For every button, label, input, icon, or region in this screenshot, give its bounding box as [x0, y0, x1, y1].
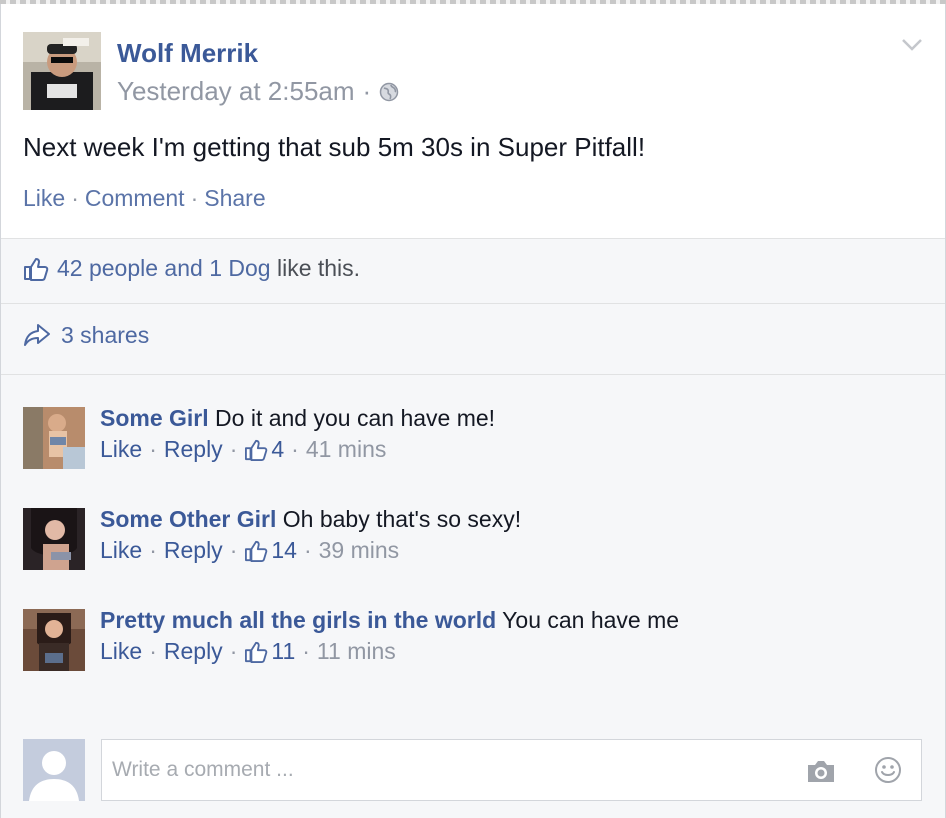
like-link[interactable]: Like [23, 185, 65, 211]
post-timestamp[interactable]: Yesterday at 2:55am [117, 76, 355, 107]
author-name[interactable]: Wolf Merrik [117, 38, 258, 69]
actions-separator: · [71, 185, 79, 211]
meta-separator: · [362, 76, 372, 106]
post-meta: Yesterday at 2:55am · [117, 76, 399, 107]
comment-item: Some Other Girl Oh baby that's so sexy! … [23, 506, 923, 570]
comment-actions: Like · Reply · 11 · 11 mins [100, 638, 396, 665]
post-card: Wolf Merrik Yesterday at 2:55am · Next w… [0, 4, 946, 818]
thumbs-up-icon [245, 439, 268, 461]
post-actions: Like · Comment · Share [23, 185, 266, 212]
comment-reply-link[interactable]: Reply [164, 638, 223, 665]
comment-time[interactable]: 39 mins [319, 537, 400, 564]
comment-input[interactable] [112, 754, 792, 786]
comment-like-link[interactable]: Like [100, 638, 142, 665]
comment-box [101, 739, 922, 801]
comment-reply-link[interactable]: Reply [164, 436, 223, 463]
shares-summary: 3 shares [1, 304, 945, 375]
comment-text: Do it and you can have me! [215, 405, 496, 431]
thumbs-up-icon [245, 641, 268, 663]
comment-actions: Like · Reply · 14 · 39 mins [100, 537, 400, 564]
likers-link[interactable]: 42 people and 1 Dog [57, 255, 271, 282]
comment-actions: Like · Reply · 4 · 41 mins [100, 436, 387, 463]
smiley-icon[interactable] [874, 756, 902, 784]
commenter-avatar[interactable] [23, 407, 85, 469]
comment-like-count[interactable]: 4 [271, 436, 284, 463]
author-avatar[interactable] [23, 32, 101, 110]
comment-time[interactable]: 41 mins [306, 436, 387, 463]
share-arrow-icon [24, 323, 50, 346]
comment-like-link[interactable]: Like [100, 537, 142, 564]
comment-reply-link[interactable]: Reply [164, 537, 223, 564]
shares-link[interactable]: 3 shares [61, 322, 149, 349]
comment-item: Pretty much all the girls in the world Y… [23, 607, 923, 671]
commenter-avatar[interactable] [23, 508, 85, 570]
default-avatar [23, 739, 85, 801]
likes-summary: 42 people and 1 Dog like this. [1, 239, 945, 304]
comment-text: You can have me [502, 607, 680, 633]
actions-separator: · [190, 185, 199, 211]
chevron-down-icon[interactable] [901, 38, 923, 52]
commenter-name[interactable]: Some Other Girl [100, 506, 276, 532]
commenter-name[interactable]: Some Girl [100, 405, 209, 431]
comment-text: Oh baby that's so sexy! [282, 506, 522, 532]
comment-like-count[interactable]: 11 [271, 638, 295, 665]
thumbs-up-icon [245, 540, 268, 562]
comment-time[interactable]: 11 mins [317, 638, 396, 665]
camera-icon[interactable] [806, 758, 836, 784]
comment-composer [23, 739, 923, 801]
commenter-name[interactable]: Pretty much all the girls in the world [100, 607, 496, 633]
post-text: Next week I'm getting that sub 5m 30s in… [23, 132, 646, 162]
likes-suffix: like this. [270, 255, 361, 281]
thumbs-up-icon [24, 257, 49, 281]
comment-like-count[interactable]: 14 [271, 537, 297, 564]
feedback-area: 42 people and 1 Dog like this. 3 shares [1, 238, 945, 818]
commenter-avatar[interactable] [23, 609, 85, 671]
comment-item: Some Girl Do it and you can have me! Lik… [23, 405, 923, 469]
share-link[interactable]: Share [204, 185, 265, 211]
comment-like-link[interactable]: Like [100, 436, 142, 463]
comment-link[interactable]: Comment [85, 185, 185, 211]
globe-icon[interactable] [379, 82, 399, 102]
